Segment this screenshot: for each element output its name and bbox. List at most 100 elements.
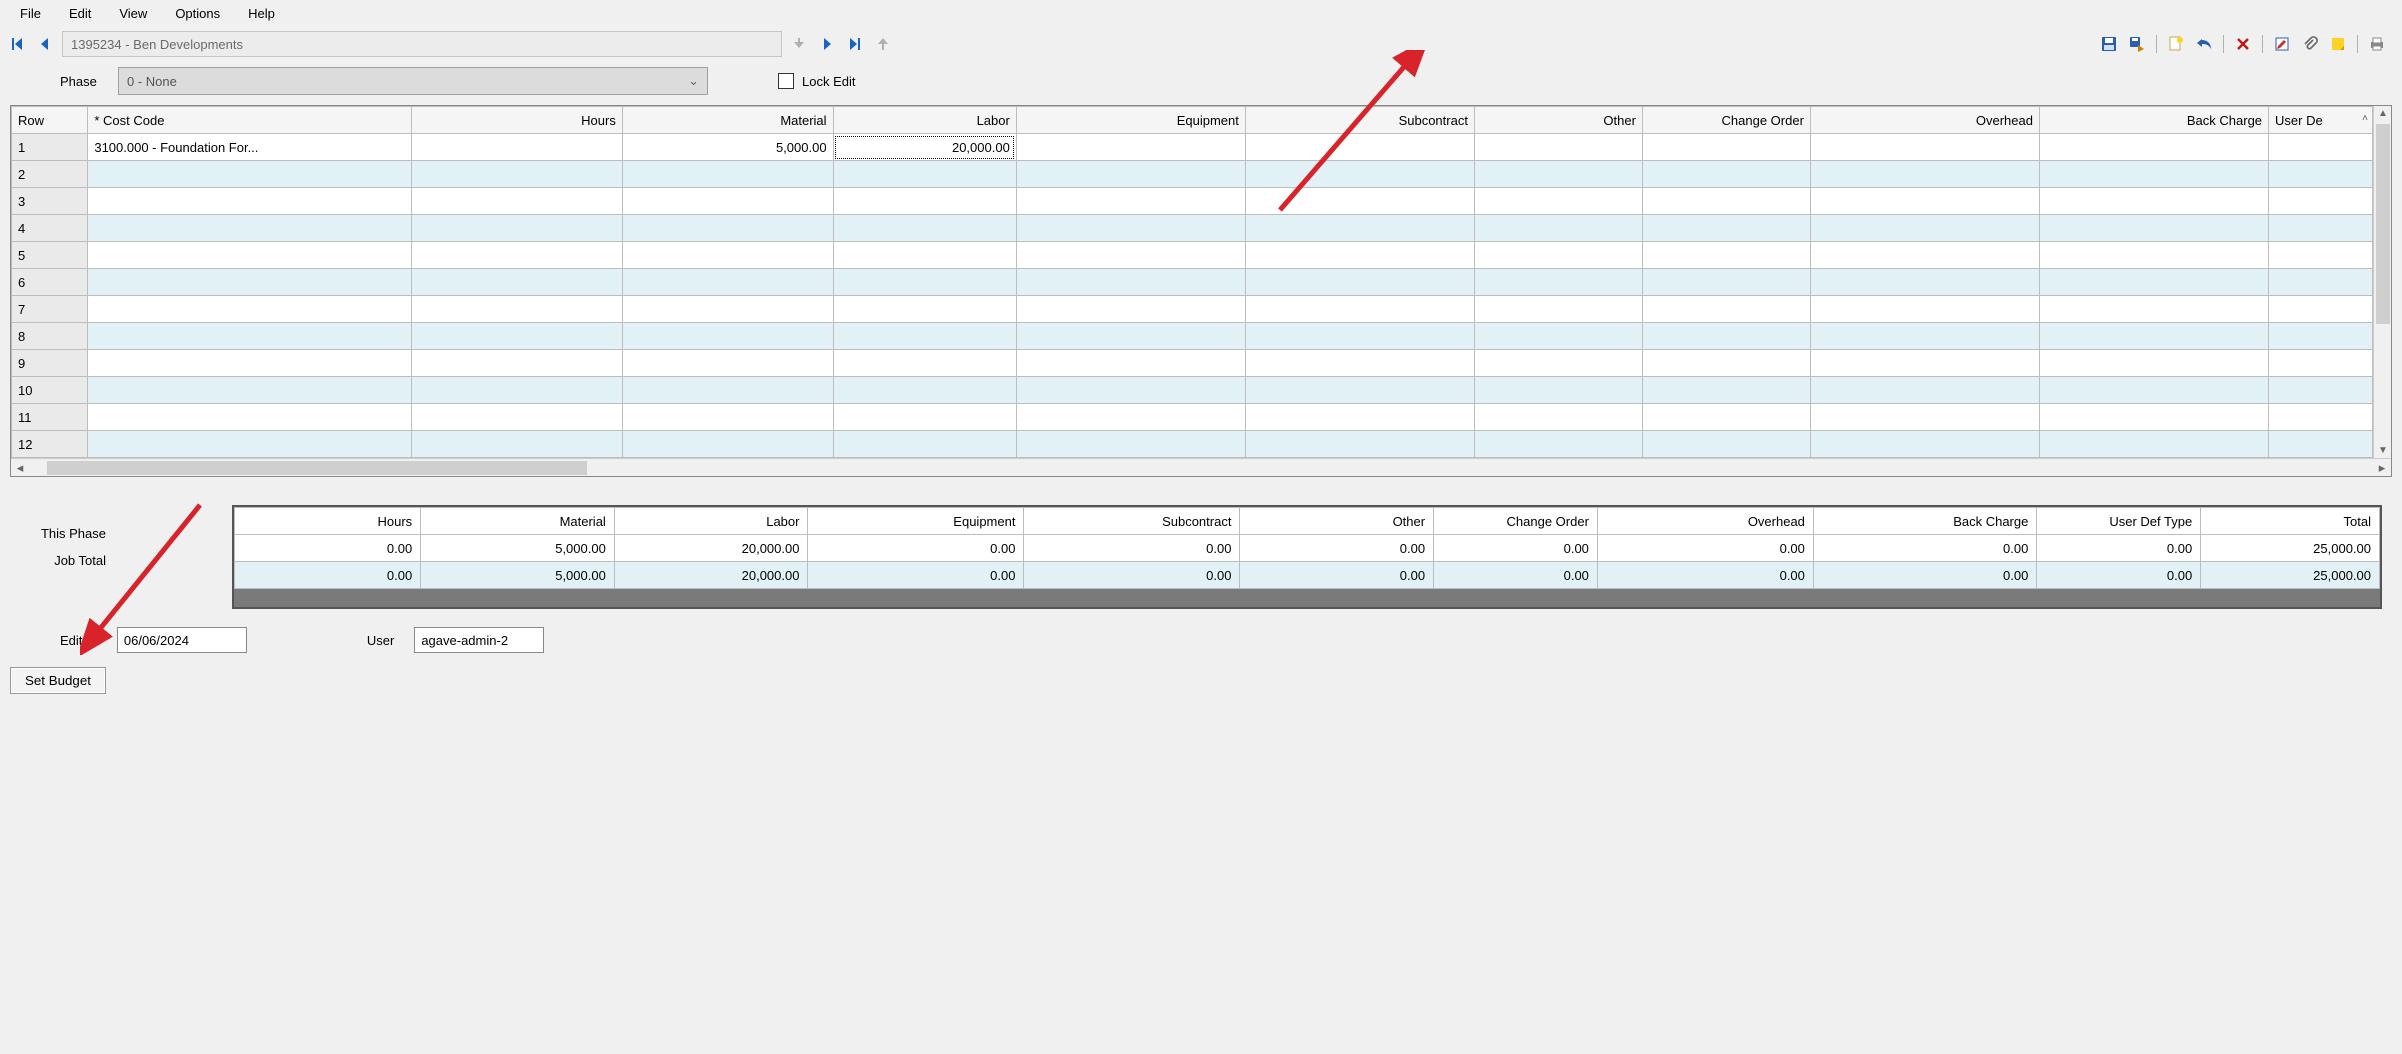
table-row[interactable]: 6 — [12, 269, 2373, 296]
lock-edit-checkbox[interactable] — [778, 73, 794, 89]
row-number[interactable]: 11 — [12, 404, 88, 431]
cell-subcontract[interactable] — [1245, 296, 1474, 323]
col-subcontract[interactable]: Subcontract — [1245, 107, 1474, 134]
cell-subcontract[interactable] — [1245, 323, 1474, 350]
cell-equipment[interactable] — [1016, 323, 1245, 350]
row-number[interactable]: 1 — [12, 134, 88, 161]
cell-change_order[interactable] — [1642, 215, 1810, 242]
col-user-def[interactable]: User De˄ — [2269, 107, 2373, 134]
cell-change_order[interactable] — [1642, 161, 1810, 188]
sticky-note-icon[interactable] — [2327, 33, 2349, 55]
cell-overhead[interactable] — [1810, 188, 2039, 215]
row-number[interactable]: 2 — [12, 161, 88, 188]
cell-other[interactable] — [1474, 404, 1642, 431]
new-record-icon[interactable] — [2165, 33, 2187, 55]
cell-change_order[interactable] — [1642, 431, 1810, 458]
cell-overhead[interactable] — [1810, 296, 2039, 323]
row-number[interactable]: 5 — [12, 242, 88, 269]
cell-material[interactable] — [622, 296, 833, 323]
cell-subcontract[interactable] — [1245, 350, 1474, 377]
cell-overhead[interactable] — [1810, 134, 2039, 161]
row-number[interactable]: 4 — [12, 215, 88, 242]
next-record-icon[interactable] — [816, 33, 838, 55]
cell-back_charge[interactable] — [2039, 242, 2268, 269]
down-arrow-icon[interactable] — [788, 33, 810, 55]
cell-user_def[interactable] — [2269, 350, 2373, 377]
cell-change_order[interactable] — [1642, 296, 1810, 323]
print-icon[interactable] — [2366, 33, 2388, 55]
cell-cost_code[interactable] — [88, 188, 412, 215]
cell-labor[interactable] — [833, 242, 1016, 269]
cell-change_order[interactable] — [1642, 404, 1810, 431]
cell-user_def[interactable] — [2269, 188, 2373, 215]
table-row[interactable]: 10 — [12, 377, 2373, 404]
cell-hours[interactable] — [412, 161, 623, 188]
col-back-charge[interactable]: Back Charge — [2039, 107, 2268, 134]
menu-view[interactable]: View — [105, 2, 161, 25]
edit-note-icon[interactable] — [2271, 33, 2293, 55]
attachment-icon[interactable] — [2299, 33, 2321, 55]
table-row[interactable]: 7 — [12, 296, 2373, 323]
cell-cost_code[interactable] — [88, 431, 412, 458]
row-number[interactable]: 12 — [12, 431, 88, 458]
cell-equipment[interactable] — [1016, 377, 1245, 404]
cell-user_def[interactable] — [2269, 161, 2373, 188]
cell-change_order[interactable] — [1642, 134, 1810, 161]
cell-equipment[interactable] — [1016, 161, 1245, 188]
save-exit-icon[interactable] — [2126, 33, 2148, 55]
popout-icon[interactable] — [872, 33, 894, 55]
cell-change_order[interactable] — [1642, 188, 1810, 215]
cell-other[interactable] — [1474, 350, 1642, 377]
last-record-icon[interactable] — [844, 33, 866, 55]
row-number[interactable]: 3 — [12, 188, 88, 215]
cell-back_charge[interactable] — [2039, 350, 2268, 377]
prev-record-icon[interactable] — [34, 33, 56, 55]
table-row[interactable]: 2 — [12, 161, 2373, 188]
cell-labor[interactable] — [833, 161, 1016, 188]
cell-user_def[interactable] — [2269, 404, 2373, 431]
vertical-scrollbar[interactable]: ▲ ▼ — [2373, 106, 2391, 458]
table-row[interactable]: 3 — [12, 188, 2373, 215]
cell-other[interactable] — [1474, 161, 1642, 188]
cell-material[interactable] — [622, 350, 833, 377]
cell-other[interactable] — [1474, 296, 1642, 323]
cell-subcontract[interactable] — [1245, 404, 1474, 431]
cell-subcontract[interactable] — [1245, 134, 1474, 161]
cell-cost_code[interactable] — [88, 215, 412, 242]
first-record-icon[interactable] — [6, 33, 28, 55]
cell-labor[interactable] — [833, 296, 1016, 323]
cell-user_def[interactable] — [2269, 215, 2373, 242]
cell-material[interactable] — [622, 215, 833, 242]
cell-equipment[interactable] — [1016, 431, 1245, 458]
cell-labor[interactable] — [833, 269, 1016, 296]
cell-equipment[interactable] — [1016, 404, 1245, 431]
col-row[interactable]: Row — [12, 107, 88, 134]
menu-help[interactable]: Help — [234, 2, 289, 25]
cell-labor[interactable]: 20,000.00 — [833, 134, 1016, 161]
cell-user_def[interactable] — [2269, 377, 2373, 404]
table-row[interactable]: 11 — [12, 404, 2373, 431]
delete-icon[interactable] — [2232, 33, 2254, 55]
cell-cost_code[interactable] — [88, 350, 412, 377]
cell-subcontract[interactable] — [1245, 269, 1474, 296]
cell-subcontract[interactable] — [1245, 215, 1474, 242]
cell-hours[interactable] — [412, 269, 623, 296]
cell-back_charge[interactable] — [2039, 296, 2268, 323]
cell-material[interactable] — [622, 323, 833, 350]
cell-back_charge[interactable] — [2039, 323, 2268, 350]
cell-other[interactable] — [1474, 377, 1642, 404]
cell-cost_code[interactable] — [88, 404, 412, 431]
table-row[interactable]: 4 — [12, 215, 2373, 242]
cell-change_order[interactable] — [1642, 350, 1810, 377]
table-row[interactable]: 12 — [12, 431, 2373, 458]
undo-icon[interactable] — [2193, 33, 2215, 55]
cell-subcontract[interactable] — [1245, 431, 1474, 458]
cell-material[interactable] — [622, 188, 833, 215]
cell-subcontract[interactable] — [1245, 188, 1474, 215]
cell-user_def[interactable] — [2269, 431, 2373, 458]
cell-hours[interactable] — [412, 134, 623, 161]
row-number[interactable]: 10 — [12, 377, 88, 404]
cell-other[interactable] — [1474, 242, 1642, 269]
cell-cost_code[interactable] — [88, 323, 412, 350]
cell-equipment[interactable] — [1016, 242, 1245, 269]
